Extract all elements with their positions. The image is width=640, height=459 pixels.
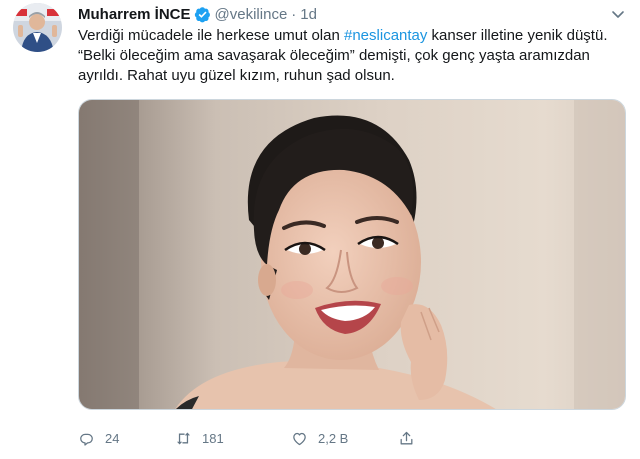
share-button[interactable] <box>398 428 425 448</box>
tweet-photo[interactable] <box>78 99 626 410</box>
retweet-count: 181 <box>202 430 224 446</box>
tweet-header: Muharrem İNCE @vekilince · 1d <box>78 4 317 24</box>
reply-count: 24 <box>105 430 120 446</box>
retweet-button[interactable]: 181 <box>175 428 224 448</box>
like-count: 2,2 B <box>318 430 349 446</box>
author-handle[interactable]: @vekilince <box>215 6 288 23</box>
tweet-timestamp[interactable]: 1d <box>300 6 317 23</box>
author-name[interactable]: Muharrem İNCE <box>78 6 191 23</box>
retweet-icon <box>176 431 191 445</box>
like-button[interactable]: 2,2 B <box>291 428 348 448</box>
share-icon <box>400 431 413 444</box>
avatar[interactable] <box>13 3 62 52</box>
reply-icon <box>80 433 93 446</box>
tweet-actions: 24 181 2,2 B <box>78 428 618 448</box>
separator-dot: · <box>291 5 297 23</box>
reply-button[interactable]: 24 <box>78 428 119 448</box>
tweet-text-start: Verdiği mücadele ile herkese umut olan <box>78 27 344 44</box>
heart-icon <box>293 432 306 445</box>
hashtag-link[interactable]: #neslicantay <box>344 27 427 44</box>
tweet: Muharrem İNCE @vekilince · 1d Verdiği mü… <box>0 0 640 459</box>
verified-badge-icon <box>194 6 211 23</box>
chevron-down-icon[interactable] <box>610 6 626 22</box>
tweet-text: Verdiği mücadele ile herkese umut olan #… <box>78 26 618 86</box>
